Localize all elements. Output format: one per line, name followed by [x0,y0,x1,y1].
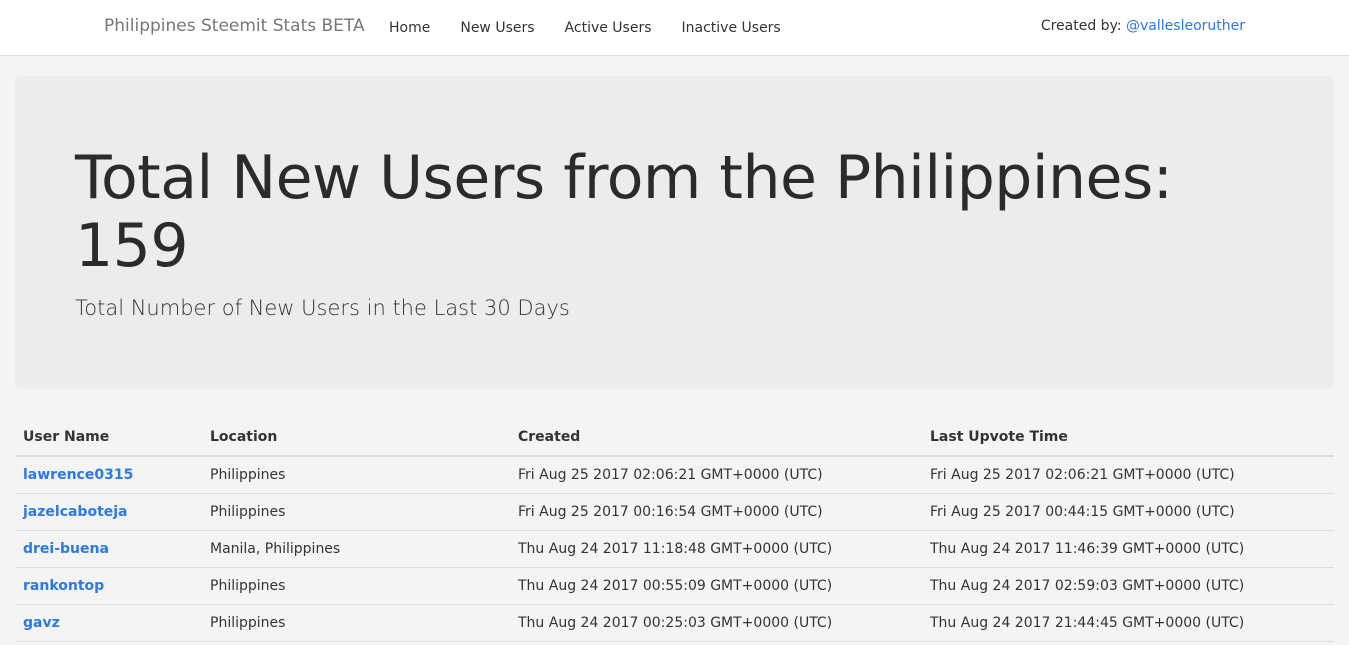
creator-credit: Created by: @vallesleoruther [1041,18,1245,34]
creator-link[interactable]: @vallesleoruther [1126,18,1245,34]
created-cell: Fri Aug 25 2017 02:06:21 GMT+0000 (UTC) [510,456,922,494]
table-row: jazelcaboteja Philippines Fri Aug 25 201… [15,493,1334,531]
nav-links: Home New Users Active Users Inactive Use… [374,0,796,56]
header-created: Created [510,418,922,457]
nav-link-home[interactable]: Home [374,20,445,36]
header-last-upvote: Last Upvote Time [922,418,1334,457]
created-cell: Thu Aug 24 2017 00:25:03 GMT+0000 (UTC) [510,604,922,642]
table-row: rankontop Philippines Thu Aug 24 2017 00… [15,567,1334,605]
location-cell: Philippines [202,604,510,642]
user-link[interactable]: gavz [23,615,60,631]
last-upvote-cell: Thu Aug 24 2017 21:44:45 GMT+0000 (UTC) [922,604,1334,642]
users-table-container: User Name Location Created Last Upvote T… [15,418,1334,642]
page-subtitle: Total Number of New Users in the Last 30… [75,296,570,320]
header-user-name: User Name [15,418,202,457]
header-location: Location [202,418,510,457]
credit-prefix: Created by: [1040,18,1127,34]
last-upvote-cell: Thu Aug 24 2017 02:59:03 GMT+0000 (UTC) [922,567,1334,605]
location-cell: Manila, Philippines [202,530,510,568]
created-cell: Thu Aug 24 2017 00:55:09 GMT+0000 (UTC) [510,567,922,605]
table-header-row: User Name Location Created Last Upvote T… [15,418,1334,457]
user-link[interactable]: jazelcaboteja [23,504,128,520]
hero-panel: Total New Users from the Philippines: 15… [15,76,1334,389]
location-cell: Philippines [202,567,510,605]
last-upvote-cell: Thu Aug 24 2017 11:46:39 GMT+0000 (UTC) [922,530,1334,568]
table-row: drei-buena Manila, Philippines Thu Aug 2… [15,530,1334,568]
location-cell: Philippines [202,456,510,494]
nav-link-new-users[interactable]: New Users [445,20,549,36]
nav-link-active-users[interactable]: Active Users [550,20,667,36]
user-link[interactable]: drei-buena [23,541,109,557]
new-users-table: User Name Location Created Last Upvote T… [15,418,1334,642]
table-row: lawrence0315 Philippines Fri Aug 25 2017… [15,456,1334,494]
table-row: gavz Philippines Thu Aug 24 2017 00:25:0… [15,604,1334,642]
user-link[interactable]: lawrence0315 [23,467,133,483]
last-upvote-cell: Fri Aug 25 2017 02:06:21 GMT+0000 (UTC) [922,456,1334,494]
created-cell: Fri Aug 25 2017 00:16:54 GMT+0000 (UTC) [510,493,922,531]
page-title: Total New Users from the Philippines: 15… [75,143,1173,281]
last-upvote-cell: Fri Aug 25 2017 00:44:15 GMT+0000 (UTC) [922,493,1334,531]
location-cell: Philippines [202,493,510,531]
user-link[interactable]: rankontop [23,578,104,594]
top-navbar: Philippines Steemit Stats BETA Home New … [0,0,1349,56]
created-cell: Thu Aug 24 2017 11:18:48 GMT+0000 (UTC) [510,530,922,568]
nav-link-inactive-users[interactable]: Inactive Users [667,20,796,36]
brand-title[interactable]: Philippines Steemit Stats BETA [104,16,365,36]
